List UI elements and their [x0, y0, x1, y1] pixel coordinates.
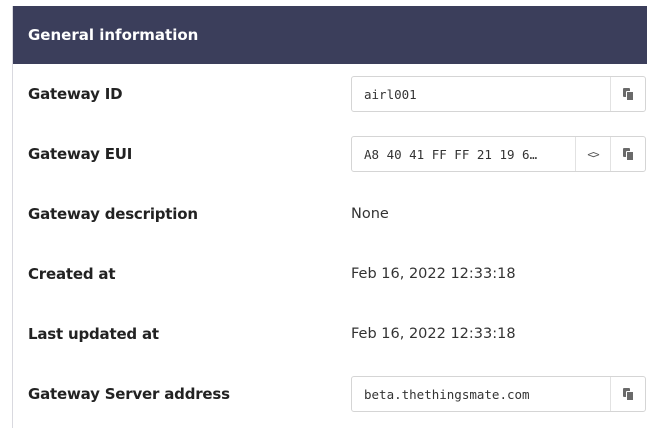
copy-icon [622, 147, 634, 161]
copy-gateway-server-address-button[interactable] [610, 377, 645, 411]
row-gateway-eui: Gateway EUI A8 40 41 FF FF 21 19 6… <> [13, 124, 647, 184]
gateway-eui-value[interactable]: A8 40 41 FF FF 21 19 6… [352, 137, 575, 171]
created-at-value: Feb 16, 2022 12:33:18 [351, 266, 516, 282]
panel-title: General information [13, 6, 647, 64]
gateway-server-address-label: Gateway Server address [28, 385, 230, 403]
code-toggle-icon: <> [587, 147, 599, 161]
gateway-id-label: Gateway ID [28, 85, 123, 103]
copy-gateway-eui-button[interactable] [610, 137, 645, 171]
row-gateway-id: Gateway ID airl001 [13, 64, 647, 124]
copy-icon [622, 87, 634, 101]
last-updated-at-label: Last updated at [28, 325, 159, 343]
general-information-panel: General information Gateway ID airl001 G… [12, 6, 647, 428]
copy-icon [622, 387, 634, 401]
gateway-description-label: Gateway description [28, 205, 198, 223]
gateway-server-address-value[interactable]: beta.thethingsmate.com [352, 377, 610, 411]
gateway-server-address-field: beta.thethingsmate.com [351, 376, 646, 412]
gateway-description-value: None [351, 206, 389, 222]
copy-gateway-id-button[interactable] [610, 77, 645, 111]
last-updated-at-value: Feb 16, 2022 12:33:18 [351, 326, 516, 342]
row-created-at: Created at Feb 16, 2022 12:33:18 [13, 244, 647, 304]
gateway-id-value[interactable]: airl001 [352, 77, 610, 111]
gateway-eui-field: A8 40 41 FF FF 21 19 6… <> [351, 136, 646, 172]
toggle-eui-format-button[interactable]: <> [575, 137, 610, 171]
row-gateway-server-address: Gateway Server address beta.thethingsmat… [13, 364, 647, 424]
row-gateway-description: Gateway description None [13, 184, 647, 244]
row-last-updated-at: Last updated at Feb 16, 2022 12:33:18 [13, 304, 647, 364]
gateway-id-field: airl001 [351, 76, 646, 112]
gateway-eui-label: Gateway EUI [28, 145, 133, 163]
created-at-label: Created at [28, 265, 116, 283]
